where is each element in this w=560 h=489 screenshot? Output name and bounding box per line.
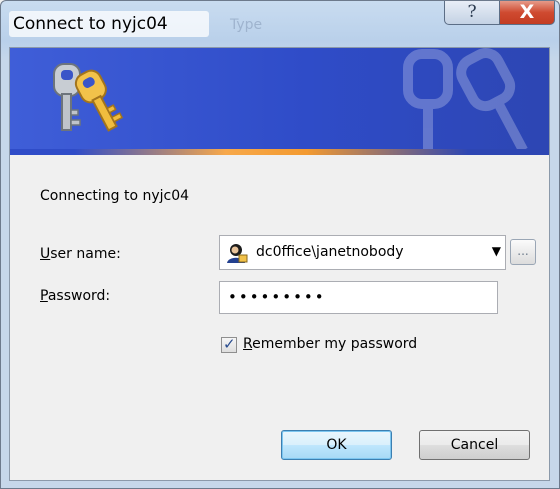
close-button[interactable]: X xyxy=(499,1,555,25)
user-name-combobox[interactable]: dc0ffice\janetnobody ▼ xyxy=(219,235,506,270)
help-button[interactable]: ? xyxy=(444,1,500,25)
form-area: Connecting to nyjc04 User name: dc0ffice… xyxy=(10,155,549,480)
banner xyxy=(10,48,549,155)
chevron-down-icon[interactable]: ▼ xyxy=(492,244,501,258)
remember-password-checkbox[interactable]: ✓ xyxy=(221,335,237,353)
password-field[interactable]: ••••••••• xyxy=(219,281,498,314)
user-name-value: dc0ffice\janetnobody xyxy=(256,244,404,260)
browse-users-button[interactable]: ... xyxy=(510,239,536,265)
user-name-accelerator: U xyxy=(40,246,51,262)
close-icon: X xyxy=(519,1,535,23)
background-window-text: Type xyxy=(230,17,263,33)
password-label-text: assword: xyxy=(47,288,111,304)
user-name-label-text: ser name: xyxy=(50,246,121,262)
ok-button[interactable]: OK xyxy=(281,430,392,460)
window-title: Connect to nyjc04 xyxy=(9,11,209,37)
checkmark-icon: ✓ xyxy=(223,335,236,353)
remember-accelerator: R xyxy=(243,336,253,352)
keys-watermark-icon xyxy=(403,48,528,154)
remember-password-label[interactable]: Remember my password xyxy=(243,336,417,352)
dialog-body: Connecting to nyjc04 User name: dc0ffice… xyxy=(9,47,550,481)
connect-dialog: Connect to nyjc04 Type ? X Connecting to… xyxy=(0,0,560,489)
user-account-icon xyxy=(227,244,248,263)
help-icon: ? xyxy=(467,2,477,22)
password-accelerator: P xyxy=(40,288,48,304)
password-label: Password: xyxy=(40,288,110,304)
keys-icon xyxy=(53,63,124,132)
cancel-button[interactable]: Cancel xyxy=(419,430,530,460)
title-bar[interactable]: Connect to nyjc04 Type ? X xyxy=(1,1,559,47)
connecting-message: Connecting to nyjc04 xyxy=(40,188,190,204)
user-name-label: User name: xyxy=(40,246,121,262)
remember-label-text: emember my password xyxy=(252,336,418,352)
